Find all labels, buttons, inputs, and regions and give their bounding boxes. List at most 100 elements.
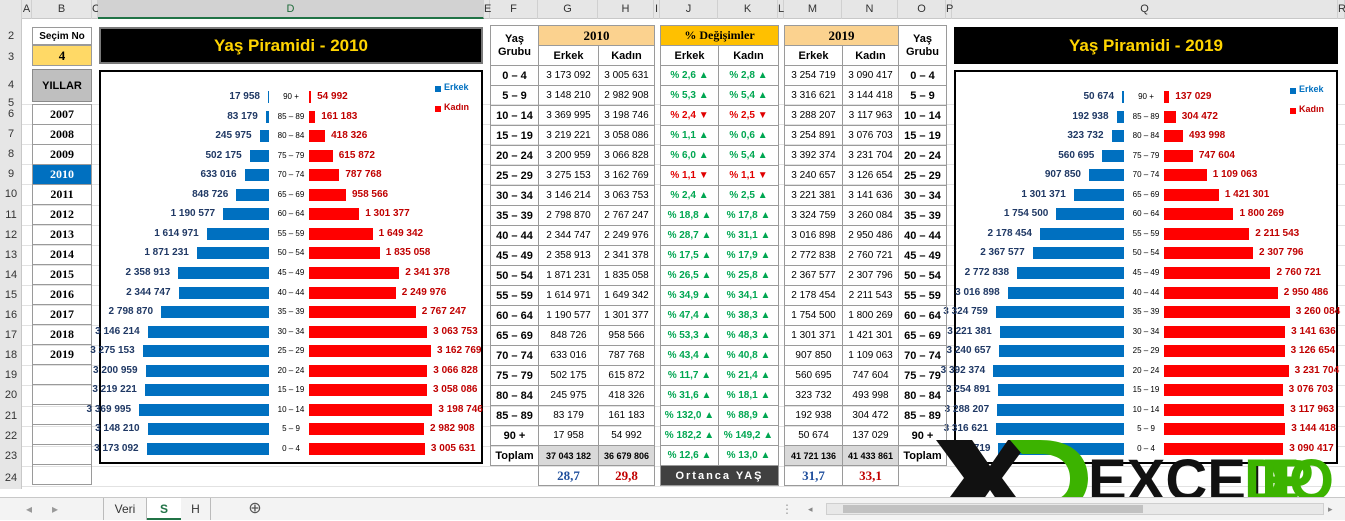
male-bar[interactable] — [244, 169, 269, 182]
age-cell-right[interactable]: 5 – 9 — [898, 85, 947, 106]
change-cell[interactable]: % 2,5 ▼ — [718, 105, 779, 126]
male-2010-cell[interactable]: 633 016 — [538, 345, 599, 366]
age-cell[interactable]: 50 – 54 — [490, 265, 539, 286]
male-2010-cell[interactable]: 1 190 577 — [538, 305, 599, 326]
row-header-6[interactable]: 6 — [0, 104, 22, 124]
female-bar[interactable] — [1164, 91, 1170, 103]
change-cell[interactable]: % 2,6 ▲ — [660, 65, 719, 86]
female-2010-cell[interactable]: 2 341 378 — [598, 245, 655, 266]
change-cell[interactable]: % 43,4 ▲ — [660, 345, 719, 366]
male-2019-cell[interactable]: 3 392 374 — [784, 145, 843, 166]
change-cell[interactable]: % 1,1 ▼ — [718, 165, 779, 186]
female-2010-cell[interactable]: 2 982 908 — [598, 85, 655, 106]
row-header-22[interactable]: 22 — [0, 426, 22, 446]
male-2010-cell[interactable]: 3 146 214 — [538, 185, 599, 206]
year-empty-cell[interactable] — [32, 464, 92, 485]
male-2010-cell[interactable]: 848 726 — [538, 325, 599, 346]
change-cell[interactable]: % 18,8 ▲ — [660, 205, 719, 226]
female-2019-cell[interactable]: 3 144 418 — [842, 85, 899, 106]
age-cell-right[interactable]: 85 – 89 — [898, 405, 947, 426]
change-cell[interactable]: % 21,4 ▲ — [718, 365, 779, 386]
female-bar[interactable] — [1164, 306, 1290, 319]
female-bar[interactable] — [309, 208, 360, 221]
male-2019-cell[interactable]: 50 674 — [784, 425, 843, 446]
median-male-2010[interactable]: 28,7 — [538, 465, 599, 486]
tab-scroll-right-icon[interactable]: ▸ — [48, 498, 62, 520]
age-cell[interactable]: 65 – 69 — [490, 325, 539, 346]
female-bar[interactable] — [1164, 384, 1283, 397]
male-bar[interactable] — [1122, 91, 1124, 103]
age-cell[interactable]: 70 – 74 — [490, 345, 539, 366]
age-cell-right[interactable]: 80 – 84 — [898, 385, 947, 406]
change-cell[interactable]: % 182,2 ▲ — [660, 425, 719, 446]
male-bar[interactable] — [178, 266, 269, 279]
male-2019-cell[interactable]: 3 254 719 — [784, 65, 843, 86]
age-cell[interactable]: 30 – 34 — [490, 185, 539, 206]
male-bar[interactable] — [998, 442, 1124, 455]
female-bar[interactable] — [1164, 130, 1184, 143]
male-bar[interactable] — [146, 442, 269, 455]
year-item[interactable]: 2009 — [32, 144, 92, 165]
female-2010-cell[interactable]: 1 301 377 — [598, 305, 655, 326]
row-header-18[interactable]: 18 — [0, 345, 22, 365]
change-cell[interactable]: % 17,8 ▲ — [718, 205, 779, 226]
row-header-23[interactable]: 23 — [0, 446, 22, 466]
female-bar[interactable] — [309, 345, 431, 358]
change-cell[interactable]: % 2,8 ▲ — [718, 65, 779, 86]
male-2019-cell[interactable]: 907 850 — [784, 345, 843, 366]
age-cell-right[interactable]: 40 – 44 — [898, 225, 947, 246]
female-bar[interactable] — [309, 169, 340, 182]
female-bar[interactable] — [1164, 423, 1286, 436]
female-2019-cell[interactable]: 304 472 — [842, 405, 899, 426]
change-cell[interactable]: % 48,3 ▲ — [718, 325, 779, 346]
female-2019-cell[interactable]: 3 126 654 — [842, 165, 899, 186]
female-bar[interactable] — [309, 227, 373, 240]
male-2010-cell[interactable]: 83 179 — [538, 405, 599, 426]
row-header-15[interactable]: 15 — [0, 285, 22, 305]
year-item[interactable]: 2018 — [32, 324, 92, 345]
male-bar[interactable] — [1111, 130, 1124, 143]
male-bar[interactable] — [1088, 169, 1124, 182]
change-cell[interactable]: % 34,9 ▲ — [660, 285, 719, 306]
row-header-19[interactable]: 19 — [0, 365, 22, 385]
tab-scroll-left-icon[interactable]: ◂ — [22, 498, 36, 520]
male-2019-cell[interactable]: 192 938 — [784, 405, 843, 426]
female-2019-cell[interactable]: 3 076 703 — [842, 125, 899, 146]
age-cell-right[interactable]: 20 – 24 — [898, 145, 947, 166]
selection-number[interactable]: 4 — [32, 45, 92, 66]
col-R[interactable]: R — [1338, 0, 1345, 19]
year-item[interactable]: 2017 — [32, 304, 92, 325]
female-bar[interactable] — [1164, 188, 1219, 201]
female-2019-cell[interactable]: 747 604 — [842, 365, 899, 386]
female-bar[interactable] — [309, 403, 433, 416]
age-cell[interactable]: 55 – 59 — [490, 285, 539, 306]
female-2010-cell[interactable]: 1 835 058 — [598, 265, 655, 286]
female-2010-cell[interactable]: 161 183 — [598, 405, 655, 426]
age-cell[interactable]: 10 – 14 — [490, 105, 539, 126]
hscroll-right-icon[interactable]: ▸ — [1328, 504, 1342, 514]
male-2010-cell[interactable]: 1 614 971 — [538, 285, 599, 306]
age-cell-right[interactable]: 75 – 79 — [898, 365, 947, 386]
change-cell[interactable]: % 5,4 ▲ — [718, 85, 779, 106]
female-bar[interactable] — [309, 325, 428, 338]
tab-options-icon[interactable]: ⋮ — [780, 498, 794, 520]
female-2010-cell[interactable]: 3 198 746 — [598, 105, 655, 126]
change-cell[interactable]: % 26,5 ▲ — [660, 265, 719, 286]
age-cell[interactable]: 20 – 24 — [490, 145, 539, 166]
male-2010-cell[interactable]: 2 798 870 — [538, 205, 599, 226]
female-bar[interactable] — [309, 149, 333, 162]
male-2019-cell[interactable]: 1 754 500 — [784, 305, 843, 326]
year-item[interactable]: 2010 — [32, 164, 92, 185]
row-header-11[interactable]: 11 — [0, 205, 22, 225]
col-A[interactable]: A — [22, 0, 32, 19]
median-male-2019[interactable]: 31,7 — [784, 465, 843, 486]
age-cell-right[interactable]: 15 – 19 — [898, 125, 947, 146]
female-bar[interactable] — [309, 423, 425, 436]
age-cell-right[interactable]: 50 – 54 — [898, 265, 947, 286]
age-cell[interactable]: 15 – 19 — [490, 125, 539, 146]
change-cell[interactable]: % 2,4 ▼ — [660, 105, 719, 126]
change-cell[interactable]: % 34,1 ▲ — [718, 285, 779, 306]
female-2019-cell[interactable]: 3 231 704 — [842, 145, 899, 166]
male-2019-cell[interactable]: 3 016 898 — [784, 225, 843, 246]
age-cell-right[interactable]: 25 – 29 — [898, 165, 947, 186]
